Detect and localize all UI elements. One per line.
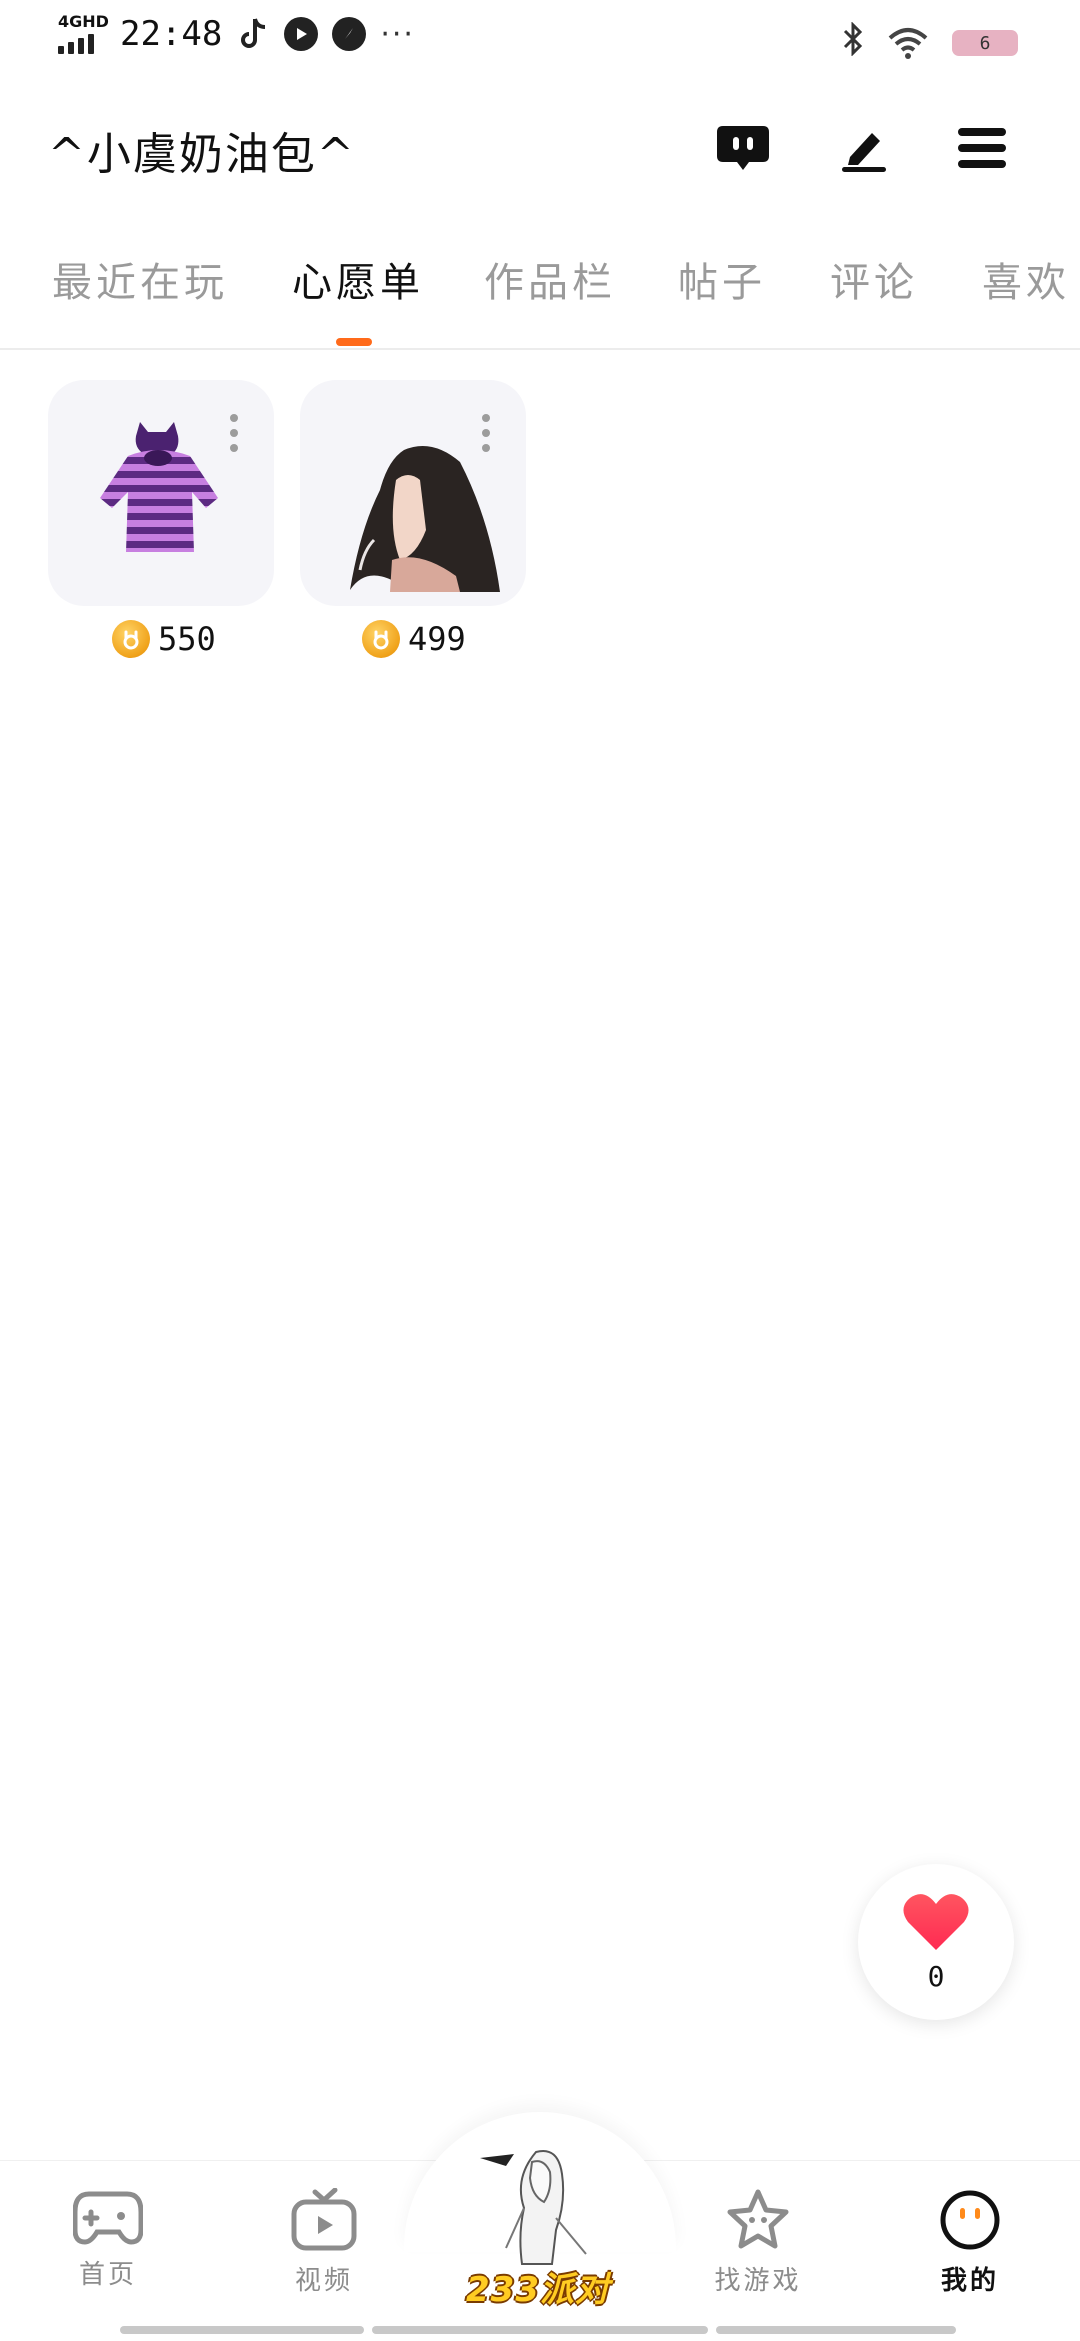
status-bar: 4GHD 22:48 ··· 6 — [0, 0, 1080, 80]
edit-icon[interactable] — [833, 118, 893, 178]
nav-me-label: 我的 — [940, 2266, 999, 2296]
wifi-icon — [886, 26, 930, 60]
gesture-bar — [716, 2326, 956, 2334]
wishlist-item-card[interactable] — [300, 380, 526, 606]
clock: 22:48 — [120, 14, 223, 54]
price-value: 550 — [158, 620, 216, 658]
hair-image — [350, 446, 500, 592]
tab-wishlist[interactable]: 心愿单 — [292, 250, 424, 308]
tv-play-icon — [291, 2188, 357, 2251]
gamepad-icon — [73, 2191, 143, 2245]
compass-icon — [332, 17, 367, 51]
coin-icon — [362, 620, 400, 658]
tab-recently-played[interactable]: 最近在玩 — [52, 250, 228, 308]
profile-name: ^小虞奶油包^ — [48, 129, 356, 180]
hoodie-image — [100, 422, 218, 552]
bluetooth-icon — [842, 21, 864, 64]
item-price: 499 — [362, 620, 466, 658]
nav-find-games[interactable]: 找游戏 — [688, 2188, 828, 2297]
more-notifications: ··· — [380, 16, 415, 52]
like-button[interactable]: 0 — [858, 1864, 1014, 2020]
item-price: 550 — [112, 620, 216, 658]
nav-home[interactable]: 首页 — [38, 2188, 178, 2291]
heart-icon — [903, 1894, 969, 1950]
message-icon[interactable] — [713, 118, 773, 178]
tab-comments[interactable]: 评论 — [830, 250, 918, 308]
menu-icon[interactable] — [952, 118, 1012, 178]
gesture-bar — [372, 2326, 708, 2334]
tiktok-icon — [236, 17, 270, 51]
signal-icon — [58, 34, 94, 54]
nav-me[interactable]: 我的 — [900, 2188, 1040, 2297]
wishlist-item-card[interactable] — [48, 380, 274, 606]
nav-find-games-label: 找游戏 — [714, 2266, 802, 2296]
nav-video[interactable]: 视频 — [254, 2188, 394, 2297]
party-label[interactable]: 233派对 — [466, 2262, 610, 2311]
play-icon — [284, 17, 319, 51]
tab-likes[interactable]: 喜欢 — [982, 250, 1070, 308]
nav-party[interactable] — [466, 2138, 614, 2268]
party-character-icon — [480, 2150, 587, 2265]
network-indicator: 4GHD — [58, 12, 109, 54]
like-count: 0 — [927, 1960, 945, 1993]
profile-tabs: 最近在玩 心愿单 作品栏 帖子 评论 喜欢 — [0, 240, 1080, 350]
active-tab-indicator — [336, 338, 372, 346]
nav-home-label: 首页 — [78, 2260, 137, 2290]
nav-video-label: 视频 — [294, 2266, 353, 2296]
battery-indicator: 6 — [952, 30, 1018, 56]
coin-icon — [112, 620, 150, 658]
gesture-bar — [120, 2326, 364, 2334]
network-label: 4GHD — [58, 12, 109, 31]
tab-posts[interactable]: 帖子 — [678, 250, 766, 308]
star-icon — [727, 2189, 789, 2249]
face-icon — [940, 2190, 1000, 2250]
tab-works[interactable]: 作品栏 — [484, 250, 616, 308]
price-value: 499 — [408, 620, 466, 658]
